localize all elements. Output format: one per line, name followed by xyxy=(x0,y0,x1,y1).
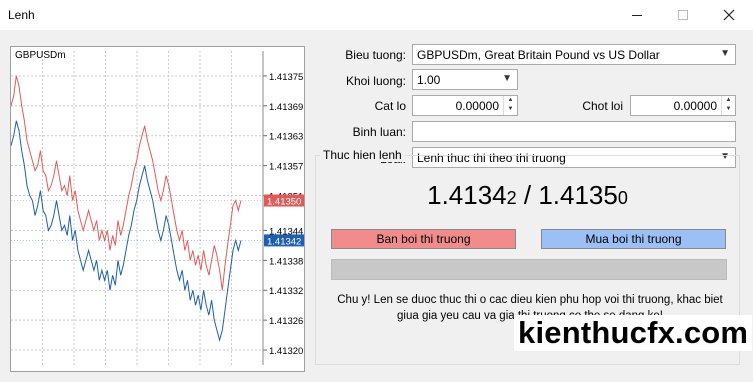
y-tick-label: 1.41363 xyxy=(269,132,303,143)
volume-select-value: 1.00 xyxy=(417,73,441,87)
takeprofit-spinner[interactable]: ▲ ▼ xyxy=(721,96,735,115)
title-bar: Lenh xyxy=(0,0,753,30)
price-separator: / xyxy=(516,180,539,210)
price-chart: 1.413751.413691.413631.413571.413511.413… xyxy=(10,46,305,372)
chevron-down-icon: ▼ xyxy=(502,73,512,84)
chart-canvas: 1.413751.413691.413631.413571.413511.413… xyxy=(11,51,304,365)
minimize-icon xyxy=(632,14,642,16)
y-tick-label: 1.41369 xyxy=(269,102,303,113)
bid-price-pip: 2 xyxy=(506,188,517,208)
buy-by-market-button[interactable]: Mua boi thi truong xyxy=(541,229,726,249)
symbol-label: Bieu tuong: xyxy=(345,48,406,62)
comment-field[interactable] xyxy=(412,121,736,142)
takeprofit-label: Chot loi xyxy=(582,99,623,113)
stoploss-field[interactable]: 0.00000 ▲ ▼ xyxy=(412,95,518,116)
watermark: kienthucfx.com xyxy=(514,315,753,351)
bid-price: 1.4134 xyxy=(427,180,507,210)
minimize-button[interactable] xyxy=(614,0,660,30)
chevron-down-icon: ▼ xyxy=(720,48,730,59)
symbol-select[interactable]: GBPUSDm, Great Britain Pound vs US Dolla… xyxy=(412,44,736,65)
ask-price-label: 1.41350 xyxy=(267,197,301,208)
volume-select[interactable]: 1.00 ▼ xyxy=(412,69,518,90)
volume-label: Khoi luong: xyxy=(345,74,406,88)
maximize-icon xyxy=(678,10,688,20)
sell-by-market-button[interactable]: Ban boi thi truong xyxy=(331,229,516,249)
y-tick-label: 1.41332 xyxy=(269,286,303,297)
bid-series-line xyxy=(11,120,242,343)
chart-symbol: GBPUSDm xyxy=(15,50,66,61)
takeprofit-value: 0.00000 xyxy=(673,99,717,113)
y-tick-label: 1.41375 xyxy=(269,72,303,83)
ask-price: 1.4135 xyxy=(538,180,618,210)
takeprofit-field[interactable]: 0.00000 ▲ ▼ xyxy=(630,95,736,116)
close-icon xyxy=(723,9,735,21)
stoploss-value: 0.00000 xyxy=(455,99,499,113)
stoploss-label: Cat lo xyxy=(374,99,406,113)
y-tick-label: 1.41326 xyxy=(269,316,303,327)
execution-progress-bar xyxy=(331,259,727,280)
execution-group-title: Thuc hien lenh xyxy=(320,148,405,162)
y-tick-label: 1.41320 xyxy=(269,346,303,357)
ask-price-pip: 0 xyxy=(617,188,628,208)
window-title: Lenh xyxy=(8,8,35,22)
close-button[interactable] xyxy=(706,0,752,30)
ask-series-line xyxy=(11,75,242,291)
maximize-button[interactable] xyxy=(660,0,706,30)
bid-price-label: 1.41342 xyxy=(267,236,301,247)
y-tick-label: 1.41338 xyxy=(269,256,303,267)
stoploss-spinner[interactable]: ▲ ▼ xyxy=(503,96,517,115)
comment-label: Binh luan: xyxy=(352,125,406,139)
symbol-select-value: GBPUSDm, Great Britain Pound vs US Dolla… xyxy=(417,48,660,62)
y-tick-label: 1.41357 xyxy=(269,162,303,173)
quote-display: 1.41342 / 1.41350 xyxy=(315,180,740,211)
